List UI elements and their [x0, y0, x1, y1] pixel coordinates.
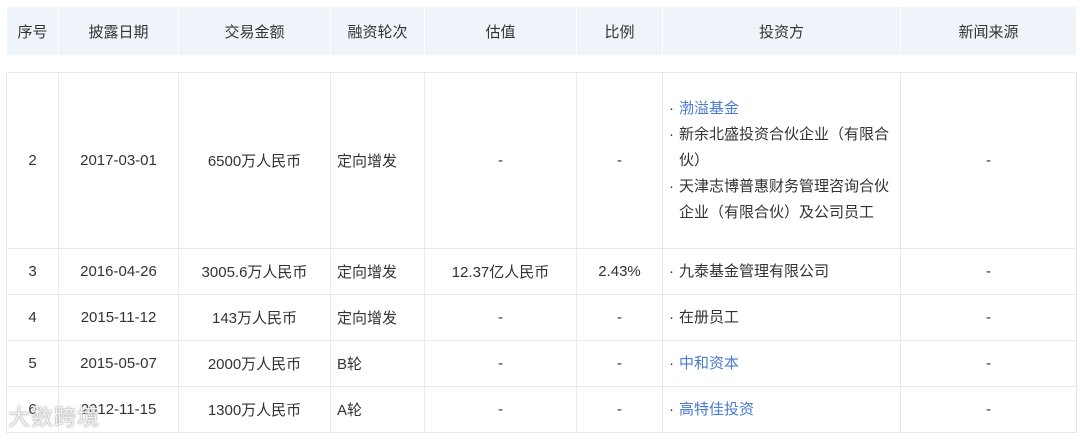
financing-round: B轮 [330, 340, 425, 387]
disclosure-date: 2016-04-26 [58, 248, 179, 295]
col-header-ratio[interactable]: 比例 [576, 6, 663, 56]
financing-round: 定向增发 [330, 248, 425, 295]
investor-list: 在册员工 [669, 305, 899, 331]
ratio: - [576, 294, 663, 341]
investors-cell: 在册员工 [662, 294, 901, 341]
deal-amount: 143万人民币 [178, 294, 331, 341]
ratio: 2.43% [576, 248, 663, 295]
ratio: - [576, 386, 663, 433]
investors-cell: 高特佳投资 [662, 386, 901, 433]
investor-list: 渤溢基金新余北盛投资合伙企业（有限合伙） 天津志博普惠财务管理咨询合伙企业（有限合… [669, 96, 899, 226]
watermark: 大数跨境 [8, 405, 101, 430]
valuation: - [424, 386, 577, 433]
financing-table: 22017-03-016500万人民币定向增发--渤溢基金新余北盛投资合伙企业（… [6, 72, 1077, 433]
investors-cell: 九泰基金管理有限公司 [662, 248, 901, 295]
col-header-investors[interactable]: 投资方 [662, 6, 901, 56]
row-index: 2 [6, 72, 59, 249]
investor-list: 高特佳投资 [669, 397, 899, 423]
valuation: 12.37亿人民币 [424, 248, 577, 295]
news-source: - [900, 340, 1077, 387]
investor-item: 中和资本 [669, 351, 899, 377]
investor-link[interactable]: 渤溢基金 [679, 100, 739, 117]
news-source: - [900, 72, 1077, 249]
header-row: 序号 披露日期 交易金额 融资轮次 估值 比例 投资方 新闻来源 [6, 6, 1077, 56]
ratio: - [576, 340, 663, 387]
col-header-round[interactable]: 融资轮次 [330, 6, 425, 56]
deal-amount: 6500万人民币 [178, 72, 331, 249]
investor-link[interactable]: 高特佳投资 [679, 401, 754, 418]
table-body: 22017-03-016500万人民币定向增发--渤溢基金新余北盛投资合伙企业（… [6, 72, 1077, 433]
investors-cell: 中和资本 [662, 340, 901, 387]
disclosure-date: 2015-11-12 [58, 294, 179, 341]
financing-round: A轮 [330, 386, 425, 433]
disclosure-date: 2015-05-07 [58, 340, 179, 387]
row-index: 3 [6, 248, 59, 295]
investor-item: 在册员工 [669, 305, 899, 331]
col-header-valuation[interactable]: 估值 [424, 6, 577, 56]
investor-name: 在册员工 [679, 308, 740, 326]
investor-item: 渤溢基金 [669, 96, 899, 122]
valuation: - [424, 340, 577, 387]
disclosure-date: 2017-03-01 [58, 72, 179, 249]
investor-name: 新余北盛投资合伙企业（有限合伙） [679, 125, 890, 169]
news-source: - [900, 294, 1077, 341]
valuation: - [424, 72, 577, 249]
col-header-news[interactable]: 新闻来源 [900, 6, 1077, 56]
deal-amount: 1300万人民币 [178, 386, 331, 433]
deal-amount: 2000万人民币 [178, 340, 331, 387]
table-row: 22017-03-016500万人民币定向增发--渤溢基金新余北盛投资合伙企业（… [6, 72, 1077, 249]
investor-item: 天津志博普惠财务管理咨询合伙企业（有限合伙）及公司员工 [669, 174, 899, 226]
investor-list: 中和资本 [669, 351, 899, 377]
col-header-amount[interactable]: 交易金额 [178, 6, 331, 56]
news-source: - [900, 386, 1077, 433]
investor-item: 新余北盛投资合伙企业（有限合伙） [669, 122, 899, 174]
investor-name: 九泰基金管理有限公司 [679, 262, 830, 280]
ratio: - [576, 72, 663, 249]
investor-list: 九泰基金管理有限公司 [669, 259, 899, 285]
investor-name: 天津志博普惠财务管理咨询合伙企业（有限合伙）及公司员工 [679, 177, 890, 221]
investor-link[interactable]: 中和资本 [679, 355, 739, 372]
table-row: 42015-11-12143万人民币定向增发--在册员工- [6, 294, 1077, 341]
news-source: - [900, 248, 1077, 295]
col-header-index[interactable]: 序号 [6, 6, 59, 56]
table-header: 序号 披露日期 交易金额 融资轮次 估值 比例 投资方 新闻来源 [6, 6, 1077, 56]
table-row: 52015-05-072000万人民币B轮--中和资本- [6, 340, 1077, 387]
investors-cell: 渤溢基金新余北盛投资合伙企业（有限合伙） 天津志博普惠财务管理咨询合伙企业（有限合… [662, 72, 901, 249]
valuation: - [424, 294, 577, 341]
table-row: 32016-04-263005.6万人民币定向增发12.37亿人民币2.43% 九… [6, 248, 1077, 295]
table-row: 62012-11-151300万人民币A轮--高特佳投资- [6, 386, 1077, 433]
col-header-date[interactable]: 披露日期 [58, 6, 179, 56]
deal-amount: 3005.6万人民币 [178, 248, 331, 295]
row-index: 4 [6, 294, 59, 341]
investor-item: 九泰基金管理有限公司 [669, 259, 899, 285]
row-index: 5 [6, 340, 59, 387]
financing-round: 定向增发 [330, 294, 425, 341]
investor-item: 高特佳投资 [669, 397, 899, 423]
financing-round: 定向增发 [330, 72, 425, 249]
